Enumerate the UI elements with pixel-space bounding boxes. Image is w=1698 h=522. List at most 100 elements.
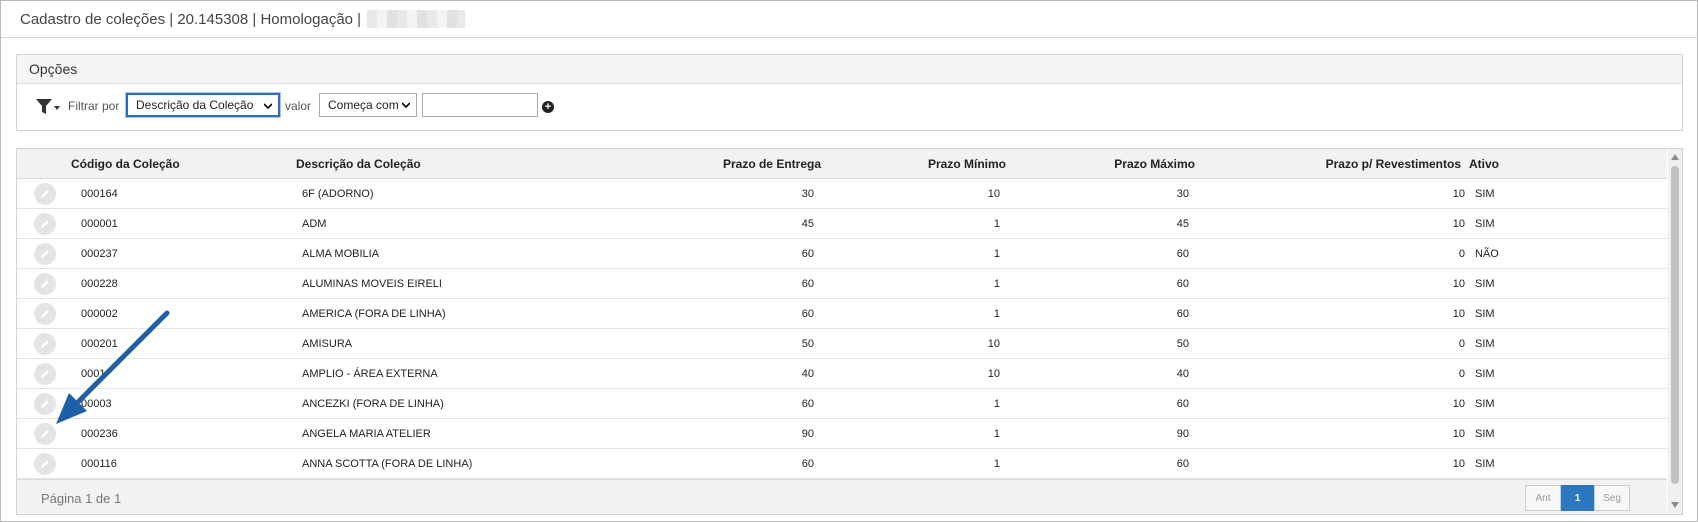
col-header-prazo-minimo[interactable]: Prazo Mínimo <box>928 157 1006 171</box>
operator-select[interactable]: Começa com <box>319 93 417 117</box>
edit-pencil-icon[interactable] <box>34 243 56 265</box>
scroll-thumb[interactable] <box>1671 166 1679 484</box>
cell-descricao: AMPLIO - ÁREA EXTERNA <box>302 368 438 380</box>
plus-circle-icon[interactable]: + <box>542 101 554 113</box>
cell-prazo-entrega: 90 <box>801 428 814 440</box>
cell-prazo-revestimentos: 10 <box>1452 398 1465 410</box>
cell-prazo-minimo: 1 <box>993 278 1000 290</box>
cell-codigo: 000002 <box>81 308 118 320</box>
filter-row: Filtrar por Descrição da Coleção valor C… <box>17 84 1682 131</box>
page-info: Página 1 de 1 <box>41 491 122 506</box>
prev-page-button[interactable]: Ant <box>1525 485 1561 511</box>
table-row[interactable]: 000164 6F (ADORNO) 30 10 30 10 SIM <box>17 179 1667 209</box>
col-header-ativo[interactable]: Ativo <box>1469 157 1499 171</box>
col-header-descricao[interactable]: Descrição da Coleção <box>296 157 421 171</box>
table-row[interactable]: 00003 ANCEZKI (FORA DE LINHA) 60 1 60 10 SIM <box>17 389 1667 419</box>
table-row[interactable]: 0001 AMPLIO - ÁREA EXTERNA 40 10 40 0 SIM <box>17 359 1667 389</box>
filter-field-select[interactable]: Descrição da Coleção <box>126 93 280 117</box>
cell-descricao: ANNA SCOTTA (FORA DE LINHA) <box>302 458 473 470</box>
filter-dropdown-icon[interactable] <box>35 98 61 116</box>
cell-descricao: ALMA MOBILIA <box>302 248 380 260</box>
edit-pencil-icon[interactable] <box>34 393 56 415</box>
cell-prazo-entrega: 60 <box>801 458 814 470</box>
table-row[interactable]: 000116 ANNA SCOTTA (FORA DE LINHA) 60 1 60 10… <box>17 449 1667 479</box>
title-bar: Cadastro de coleções | 20.145308 | Homol… <box>1 1 1697 38</box>
value-label: valor <box>285 99 312 113</box>
next-page-button[interactable]: Seg <box>1594 485 1630 511</box>
table-footer: Página 1 de 1 Ant 1 Seg <box>17 479 1667 514</box>
cell-codigo: 000236 <box>81 428 118 440</box>
cell-descricao: ANCEZKI (FORA DE LINHA) <box>302 398 444 410</box>
cell-prazo-entrega: 60 <box>801 308 814 320</box>
cell-codigo: 000164 <box>81 188 118 200</box>
scroll-up-icon[interactable] <box>1671 154 1679 160</box>
options-panel: Opções Filtrar por Descrição da Coleção … <box>16 54 1683 131</box>
table-row[interactable]: 000201 AMISURA 50 10 50 0 SIM <box>17 329 1667 359</box>
edit-pencil-icon[interactable] <box>34 183 56 205</box>
cell-codigo: 000228 <box>81 278 118 290</box>
edit-pencil-icon[interactable] <box>34 333 56 355</box>
filter-value-input[interactable] <box>422 93 538 117</box>
cell-prazo-minimo: 1 <box>993 218 1000 230</box>
cell-codigo: 000001 <box>81 218 118 230</box>
table-row[interactable]: 000001 ADM 45 1 45 10 SIM <box>17 209 1667 239</box>
table-body: 000164 6F (ADORNO) 30 10 30 10 SIM 000001 ADM 45 1… <box>17 179 1667 479</box>
cell-codigo: 000201 <box>81 338 118 350</box>
chevron-down-icon <box>402 102 410 109</box>
cell-prazo-maximo: 30 <box>1176 188 1189 200</box>
cell-prazo-minimo: 10 <box>987 188 1000 200</box>
chevron-down-icon <box>264 103 272 110</box>
cell-prazo-maximo: 60 <box>1176 248 1189 260</box>
cell-prazo-maximo: 40 <box>1176 368 1189 380</box>
cell-prazo-minimo: 1 <box>993 248 1000 260</box>
cell-prazo-revestimentos: 10 <box>1452 218 1465 230</box>
cell-prazo-maximo: 90 <box>1176 428 1189 440</box>
cell-codigo: 000237 <box>81 248 118 260</box>
table-header: Código da Coleção Descrição da Coleção P… <box>17 149 1667 179</box>
edit-pencil-icon[interactable] <box>34 423 56 445</box>
col-header-prazo-entrega[interactable]: Prazo de Entrega <box>723 157 821 171</box>
cell-prazo-revestimentos: 10 <box>1452 308 1465 320</box>
table-row[interactable]: 000002 AMERICA (FORA DE LINHA) 60 1 60 10 SIM <box>17 299 1667 329</box>
col-header-prazo-maximo[interactable]: Prazo Máximo <box>1114 157 1195 171</box>
filter-field-value: Descrição da Coleção <box>136 98 254 112</box>
cell-prazo-entrega: 40 <box>801 368 814 380</box>
edit-pencil-icon[interactable] <box>34 273 56 295</box>
cell-prazo-revestimentos: 0 <box>1458 248 1465 260</box>
cell-prazo-entrega: 45 <box>801 218 814 230</box>
vertical-scrollbar[interactable] <box>1668 149 1682 514</box>
cell-ativo: SIM <box>1475 188 1495 200</box>
page-1-button[interactable]: 1 <box>1561 485 1594 511</box>
cell-codigo: 0001 <box>81 368 106 380</box>
cell-ativo: SIM <box>1475 308 1495 320</box>
table-row[interactable]: 000237 ALMA MOBILIA 60 1 60 0 NÃO <box>17 239 1667 269</box>
col-header-codigo[interactable]: Código da Coleção <box>71 157 180 171</box>
edit-pencil-icon[interactable] <box>34 303 56 325</box>
cell-descricao: ANGELA MARIA ATELIER <box>302 428 431 440</box>
collections-table: Código da Coleção Descrição da Coleção P… <box>16 148 1683 515</box>
cell-prazo-minimo: 1 <box>993 398 1000 410</box>
scroll-down-icon[interactable] <box>1671 502 1679 508</box>
cell-ativo: SIM <box>1475 458 1495 470</box>
cell-prazo-maximo: 60 <box>1176 398 1189 410</box>
cell-prazo-minimo: 1 <box>993 428 1000 440</box>
cell-ativo: SIM <box>1475 338 1495 350</box>
pagination: Ant 1 Seg <box>1525 485 1630 511</box>
cell-ativo: SIM <box>1475 218 1495 230</box>
table-row[interactable]: 000228 ALUMINAS MOVEIS EIRELI 60 1 60 10 SIM <box>17 269 1667 299</box>
cell-prazo-revestimentos: 0 <box>1458 368 1465 380</box>
cell-codigo: 00003 <box>81 398 112 410</box>
cell-prazo-minimo: 10 <box>987 338 1000 350</box>
table-row[interactable]: 000236 ANGELA MARIA ATELIER 90 1 90 10 SIM <box>17 419 1667 449</box>
col-header-prazo-revestimentos[interactable]: Prazo p/ Revestimentos <box>1326 157 1461 171</box>
redacted-user-area <box>367 10 466 28</box>
cell-descricao: AMISURA <box>302 338 353 350</box>
edit-pencil-icon[interactable] <box>34 213 56 235</box>
operator-value: Começa com <box>328 98 399 112</box>
cell-prazo-entrega: 60 <box>801 278 814 290</box>
cell-descricao: ALUMINAS MOVEIS EIRELI <box>302 278 442 290</box>
edit-pencil-icon[interactable] <box>34 453 56 475</box>
cell-prazo-revestimentos: 10 <box>1452 458 1465 470</box>
edit-pencil-icon[interactable] <box>34 363 56 385</box>
cell-prazo-minimo: 1 <box>993 308 1000 320</box>
